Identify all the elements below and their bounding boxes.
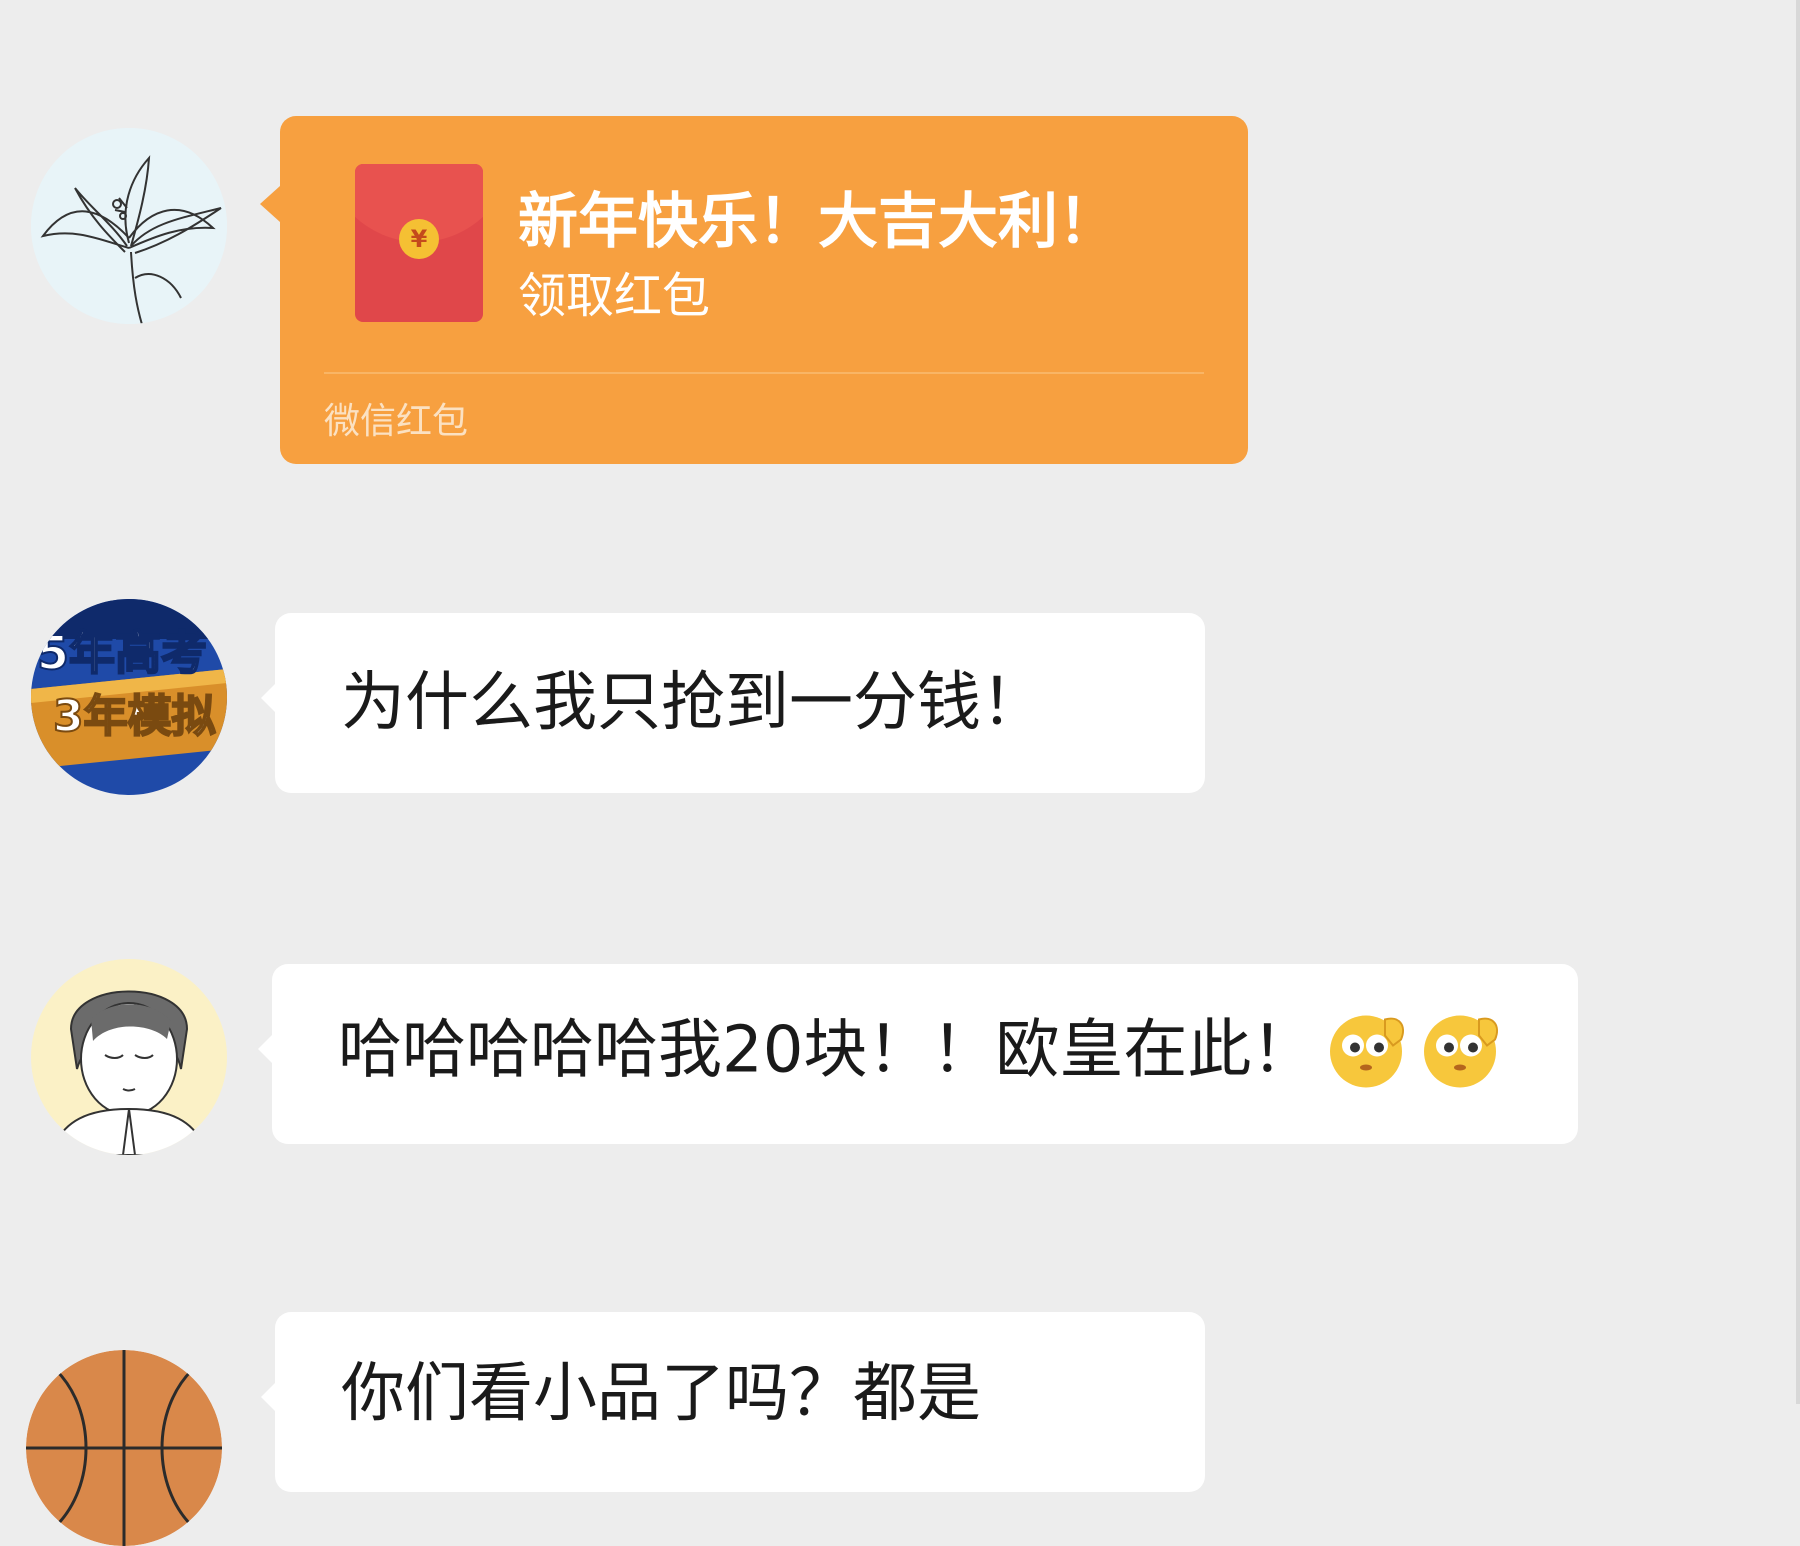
message-bubble[interactable]: 你们看小品了吗？都是: [261, 1312, 1205, 1492]
avatar-anime-boy[interactable]: [31, 959, 227, 1155]
salute-emoji-icon: [1417, 1006, 1503, 1103]
salute-emoji-icon: [1323, 1006, 1409, 1103]
svg-text:3年模拟: 3年模拟: [53, 691, 216, 742]
window-edge: [1796, 0, 1800, 1404]
message-row-red-packet: ¥ 新年快乐！大吉大利！ 领取红包 微信红包: [0, 0, 1800, 480]
book-cover-icon: 5年高考 3年模拟: [31, 599, 227, 795]
red-envelope-icon: ¥: [355, 164, 483, 322]
avatar-lily[interactable]: [31, 128, 227, 324]
red-packet-footer: 微信红包: [324, 401, 469, 442]
lily-flower-icon: [31, 128, 227, 324]
chat-area: ¥ 新年快乐！大吉大利！ 领取红包 微信红包 5年高考 3年模拟 为什么我只抢到…: [0, 0, 1800, 1546]
message-bubble[interactable]: 为什么我只抢到一分钱！: [261, 613, 1205, 793]
message-text: 为什么我只抢到一分钱！: [341, 666, 1045, 740]
message-row-2: 5年高考 3年模拟 为什么我只抢到一分钱！: [0, 570, 1800, 830]
message-bubble[interactable]: 哈哈哈哈哈我20块！！欧皇在此！: [258, 964, 1578, 1144]
red-packet-title: 新年快乐！大吉大利！: [518, 187, 1118, 257]
praying-boy-icon: [31, 959, 227, 1155]
red-packet-claim-label: 领取红包: [518, 268, 711, 324]
red-packet-divider: [324, 372, 1204, 374]
avatar-book[interactable]: 5年高考 3年模拟: [31, 599, 227, 795]
red-packet-card[interactable]: ¥ 新年快乐！大吉大利！ 领取红包 微信红包: [260, 116, 1248, 464]
message-text: 哈哈哈哈哈我20块！！欧皇在此！: [338, 1013, 1316, 1088]
message-row-3: 哈哈哈哈哈我20块！！欧皇在此！: [0, 930, 1800, 1190]
message-text-container: 哈哈哈哈哈我20块！！欧皇在此！: [338, 1006, 1503, 1103]
yuan-coin-icon: ¥: [399, 219, 439, 259]
basketball-icon: [26, 1350, 222, 1546]
svg-text:5年高考: 5年高考: [37, 626, 207, 680]
avatar-basketball[interactable]: [26, 1350, 222, 1546]
message-text: 你们看小品了吗？都是: [341, 1357, 981, 1431]
message-row-4: 你们看小品了吗？都是: [0, 1290, 1800, 1546]
